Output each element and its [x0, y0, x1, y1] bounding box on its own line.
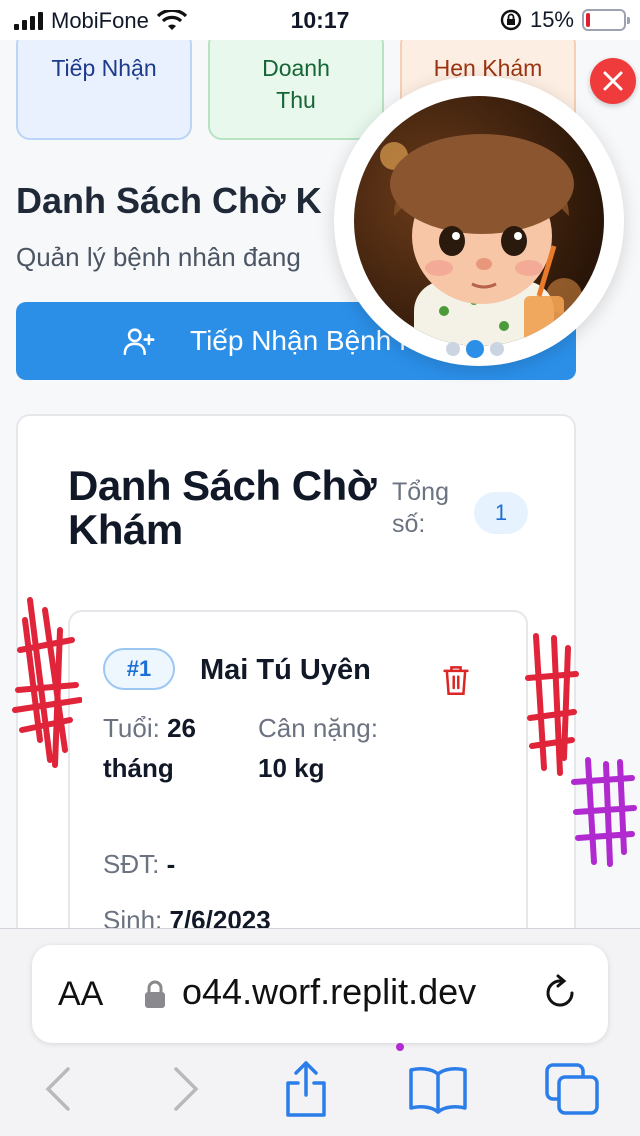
weight-field: Cân nặng: 10 kg	[258, 708, 408, 788]
total-count-badge: 1	[474, 492, 528, 534]
orientation-lock-icon	[500, 9, 522, 31]
lock-icon	[145, 980, 165, 1008]
total-label: Tổng số:	[392, 478, 449, 538]
reader-options-button[interactable]: AA	[58, 975, 103, 1014]
home-indicator-dot	[396, 1043, 404, 1051]
share-button[interactable]	[276, 1057, 336, 1121]
url-text[interactable]: o44.worf.replit.dev	[182, 971, 476, 1013]
child-illustration	[380, 134, 582, 346]
weight-label: Cân nặng:	[258, 713, 378, 743]
pager-dot-active	[466, 340, 484, 358]
pager-dot	[446, 342, 460, 356]
bookmarks-button[interactable]	[404, 1063, 472, 1115]
back-button[interactable]	[28, 1063, 88, 1115]
chevron-right-icon	[174, 1067, 199, 1111]
tabs-icon	[545, 1063, 599, 1115]
patient-name: Mai Tú Uyên	[200, 654, 371, 686]
tile-tiep-nhan[interactable]: Tiếp Nhận	[16, 30, 192, 140]
queue-number-badge: #1	[103, 648, 175, 690]
user-plus-icon	[123, 328, 155, 356]
battery-icon	[582, 9, 630, 31]
pager-dot	[490, 342, 504, 356]
phone-value: -	[166, 849, 176, 879]
page-subtitle: Quản lý bệnh nhân đang	[16, 242, 301, 272]
battery-group: 15%	[500, 7, 630, 33]
reload-icon[interactable]	[540, 973, 580, 1013]
tile-label: Doanh Thu	[262, 55, 330, 113]
waitlist-title: Danh Sách Chờ Khám	[68, 462, 377, 553]
floating-avatar-bubble[interactable]	[334, 76, 624, 366]
close-bubble-button[interactable]	[590, 58, 636, 104]
battery-percent: 15%	[529, 7, 574, 32]
forward-button[interactable]	[156, 1063, 216, 1115]
share-icon	[286, 1061, 326, 1117]
browser-toolbar: AA o44.worf.replit.dev	[0, 928, 640, 1136]
address-bar[interactable]: AA o44.worf.replit.dev	[32, 945, 608, 1043]
phone-label: SĐT:	[103, 849, 160, 879]
red-scribble-left	[12, 597, 82, 768]
avatar	[354, 96, 604, 346]
page-title: Danh Sách Chờ K	[16, 180, 322, 221]
age-label: Tuổi:	[103, 713, 160, 743]
weight-value: 10 kg	[258, 753, 325, 783]
purple-scribble	[571, 757, 637, 867]
tile-doanh-thu[interactable]: Doanh Thu	[208, 30, 384, 140]
pager-dots	[446, 340, 504, 358]
book-icon	[409, 1067, 467, 1114]
close-icon	[603, 71, 623, 91]
tabs-button[interactable]	[540, 1059, 604, 1119]
age-field: Tuổi: 26 tháng	[103, 708, 233, 788]
status-bar: MobiFone 10:17 15%	[0, 0, 640, 40]
tile-label: Tiếp Nhận	[51, 55, 157, 81]
trash-icon[interactable]	[442, 664, 470, 696]
chevron-left-icon	[45, 1067, 70, 1111]
phone-field: SĐT: -	[103, 844, 175, 884]
